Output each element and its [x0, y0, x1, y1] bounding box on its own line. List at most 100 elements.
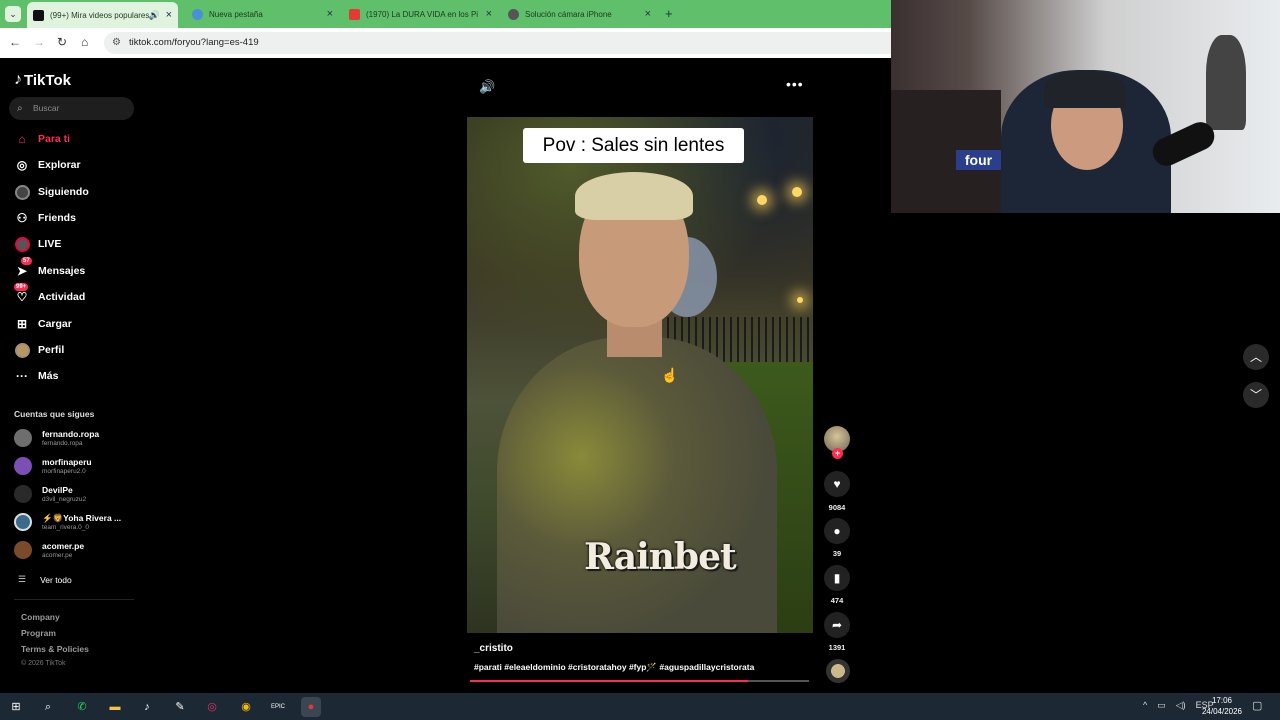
avatar — [14, 485, 32, 503]
close-tab-icon[interactable]: × — [327, 8, 333, 20]
nav-label: Mensajes — [38, 265, 86, 277]
nav-perfil[interactable]: Perfil — [14, 340, 64, 360]
forward-icon[interactable]: → — [33, 35, 45, 49]
instagram-icon[interactable]: ◎ — [202, 697, 222, 717]
obs-icon[interactable]: ● — [301, 697, 321, 717]
audio-playing-icon[interactable]: 🔊 — [149, 10, 160, 21]
save-count: 474 — [830, 596, 844, 605]
compass-icon: ◎ — [16, 158, 28, 172]
browser-tab-active[interactable]: (99+) Mira videos populares 🔊 × — [27, 2, 178, 28]
video-hashtags[interactable]: #parati #eleaeldominio #cristoratahoy #f… — [474, 662, 754, 673]
activity-icon: ♡ 99+ — [14, 283, 29, 304]
volume-icon[interactable]: 🔊 — [479, 79, 495, 95]
close-tab-icon[interactable]: × — [645, 8, 651, 20]
video-author[interactable]: _cristito — [474, 643, 513, 654]
following-section-title: Cuentas que sigues — [14, 409, 95, 419]
previous-video-button[interactable]: ︿ — [1243, 344, 1269, 370]
video-progress-bar[interactable] — [470, 680, 809, 682]
nav-friends[interactable]: ⚇ Friends — [14, 208, 76, 228]
chevron-up-icon[interactable]: ^ — [1143, 700, 1147, 711]
nav-live[interactable]: LIVE — [14, 234, 61, 254]
back-icon[interactable]: ← — [9, 35, 21, 49]
heart-icon: ♥ — [833, 477, 841, 491]
tiktok-logo[interactable]: ♪ TikTok — [14, 71, 71, 89]
next-video-button[interactable]: ﹀ — [1243, 382, 1269, 408]
nav-actividad[interactable]: ♡ 99+ Actividad — [14, 283, 86, 307]
see-all-button[interactable]: ☰ Ver todo — [18, 574, 72, 585]
live-icon — [14, 236, 30, 252]
home-icon: ⌂ — [18, 132, 26, 146]
close-tab-icon[interactable]: × — [486, 8, 492, 20]
account-name: DevilPe — [42, 485, 73, 495]
epic-games-icon[interactable]: EPIC — [268, 697, 288, 717]
tab-list-button[interactable]: ⌄ — [5, 6, 21, 22]
search-icon: ⌕ — [17, 103, 23, 114]
share-count: 1391 — [828, 643, 846, 652]
follow-plus-icon[interactable]: + — [832, 448, 843, 459]
avatar — [14, 513, 32, 531]
new-tab-button[interactable]: + — [665, 6, 673, 21]
browser-tab[interactable]: (1970) La DURA VIDA en los Pi × — [343, 3, 498, 25]
windows-start-icon[interactable]: ⊞ — [6, 697, 26, 717]
account-username: acomer.pe — [42, 552, 73, 559]
upload-icon: ⊞ — [16, 317, 28, 331]
video-caption-overlay: Pov : Sales sin lentes — [523, 128, 744, 163]
nav-mas[interactable]: ··· Más — [14, 366, 58, 386]
more-icon: ··· — [16, 369, 28, 383]
nav-label: Para ti — [38, 133, 71, 145]
footer-link-terms[interactable]: Terms & Policies — [21, 644, 89, 654]
tiktok-app-icon[interactable]: ♪ — [137, 697, 157, 717]
browser-toolbar: ← → ↻ ⌂ ⚙ tiktok.com/foryou?lang=es-419 — [0, 28, 891, 58]
share-button[interactable]: ➦ — [824, 612, 850, 638]
close-tab-icon[interactable]: × — [166, 9, 172, 21]
messages-icon: ➤ 57 — [16, 257, 32, 278]
music-disc-icon[interactable] — [826, 659, 850, 683]
browser-tab[interactable]: Solución cámara iPhone × — [502, 3, 657, 25]
browser-tab[interactable]: Nueva pestaña × — [186, 3, 339, 25]
clock-time[interactable]: 17:06 — [1200, 696, 1244, 705]
search-input[interactable]: ⌕ Buscar — [9, 97, 134, 120]
hand-cursor-icon: ☝ — [661, 367, 679, 383]
nav-siguiendo[interactable]: Siguiendo — [14, 182, 89, 202]
clock-date[interactable]: 24/04/2026 — [1200, 707, 1244, 716]
file-explorer-icon[interactable]: ▬ — [105, 697, 125, 717]
video-watermark: Rainbet — [584, 536, 737, 578]
footer-link-company[interactable]: Company — [21, 612, 60, 622]
nav-label: Cargar — [38, 318, 72, 330]
logo-text: TikTok — [24, 71, 71, 89]
feather-app-icon[interactable]: ✎ — [170, 697, 190, 717]
tiktok-page: ♪ TikTok ⌕ Buscar ⌂ Para ti ◎ Explorar S… — [0, 58, 1269, 693]
footer-link-program[interactable]: Program — [21, 628, 56, 638]
volume-icon[interactable]: ◁) — [1176, 700, 1186, 711]
windows-taskbar: ⊞ ⌕ ✆ ▬ ♪ ✎ ◎ ◉ EPIC ● ^ ▭ ◁) ESP 17:06 … — [0, 693, 1280, 720]
home-icon[interactable]: ⌂ — [81, 35, 88, 49]
whatsapp-icon[interactable]: ✆ — [72, 697, 92, 717]
nav-label: Actividad — [38, 291, 86, 303]
notification-icon[interactable]: ▢ — [1252, 699, 1262, 712]
nav-mensajes[interactable]: ➤ 57 Mensajes — [14, 257, 86, 281]
site-info-icon[interactable]: ⚙ — [112, 32, 121, 54]
comment-icon: ● — [833, 524, 841, 538]
webcam-background-person — [1206, 35, 1246, 130]
chevron-up-icon: ︿ — [1249, 350, 1262, 364]
save-button[interactable]: ▮ — [824, 565, 850, 591]
account-username: d3vil_negruzu2 — [42, 496, 87, 503]
network-icon[interactable]: ▭ — [1157, 700, 1166, 711]
person-shirt — [497, 337, 777, 633]
share-icon: ➦ — [831, 618, 843, 632]
like-button[interactable]: ♥ — [824, 471, 850, 497]
chrome-icon[interactable]: ◉ — [236, 697, 256, 717]
address-bar-input[interactable]: ⚙ tiktok.com/foryou?lang=es-419 — [104, 32, 891, 54]
nav-explorar[interactable]: ◎ Explorar — [14, 155, 81, 175]
nav-para-ti[interactable]: ⌂ Para ti — [14, 129, 70, 149]
friends-icon: ⚇ — [16, 211, 28, 225]
reload-icon[interactable]: ↻ — [57, 35, 67, 49]
profile-icon — [14, 342, 30, 358]
nav-cargar[interactable]: ⊞ Cargar — [14, 314, 72, 334]
more-options-icon[interactable]: ••• — [786, 76, 804, 92]
comment-button[interactable]: ● — [824, 518, 850, 544]
account-name: fernando.ropa — [42, 429, 100, 439]
divider — [14, 599, 134, 600]
chevron-down-icon: ﹀ — [1249, 388, 1262, 402]
search-icon[interactable]: ⌕ — [38, 697, 58, 717]
